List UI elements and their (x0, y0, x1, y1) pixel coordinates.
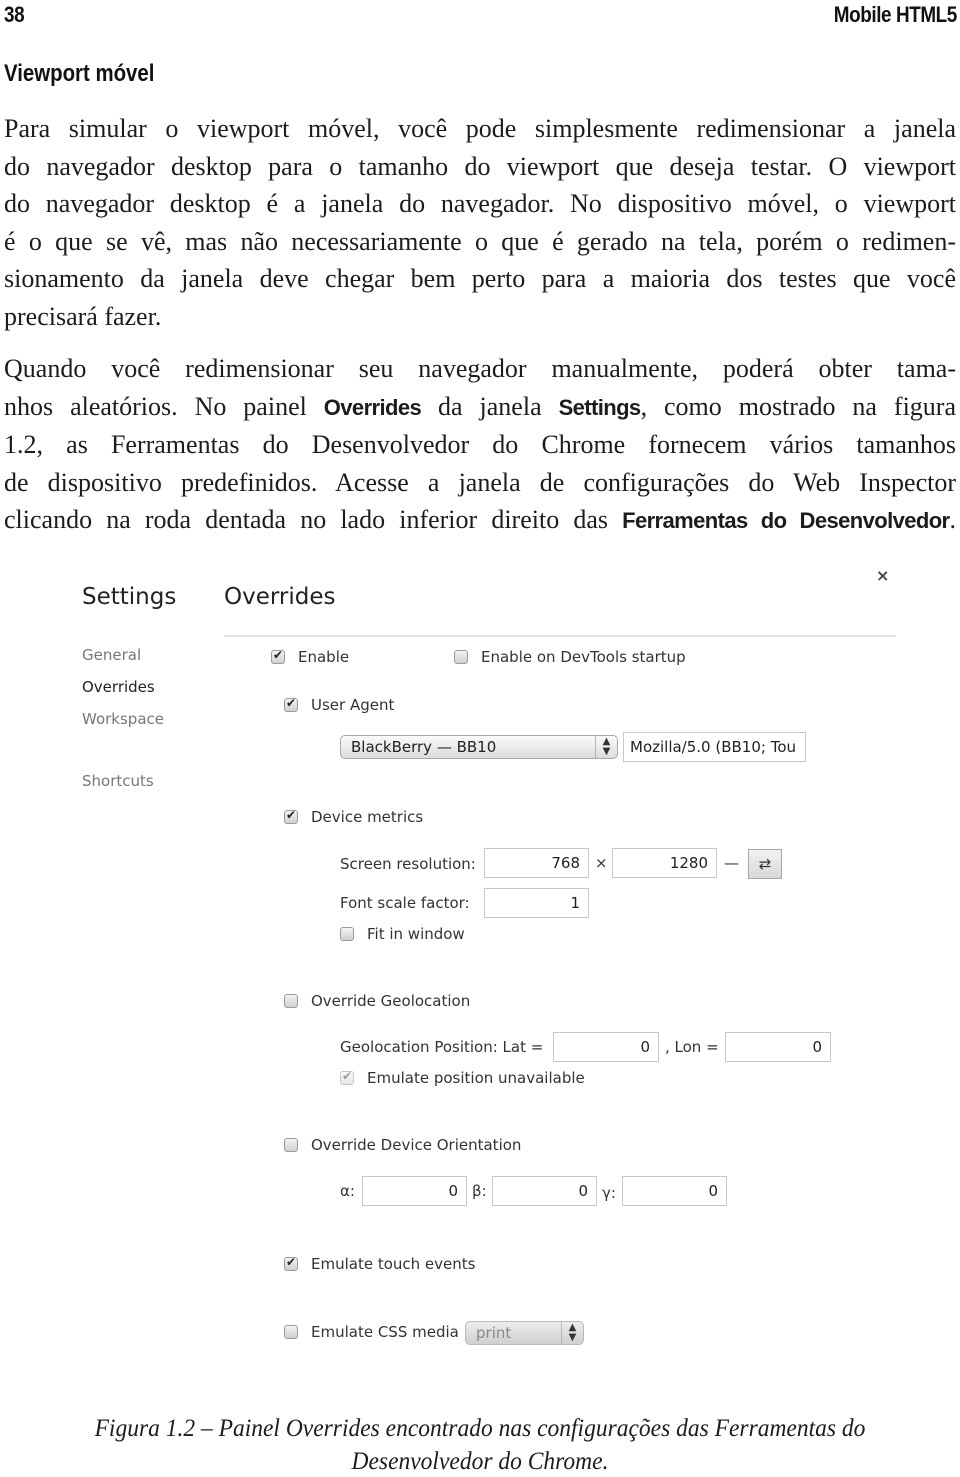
paragraph-line: é o que se vê, mas não necessariamente o… (4, 226, 956, 256)
latitude-input[interactable]: 0 (553, 1032, 659, 1062)
overrides-term: Overrides (323, 394, 422, 420)
override-geolocation-checkbox-row[interactable]: Override Geolocation (284, 992, 470, 1010)
figure-caption: Figura 1.2 – Painel Overrides encontrado… (85, 1412, 875, 1477)
paragraph-line: 1.2, as Ferramentas do Desenvolvedor do … (4, 430, 956, 460)
screen-resolution-label: Screen resolution: (340, 855, 476, 873)
select-arrows-icon: ▲ ▼ (561, 1322, 583, 1344)
emulate-css-media-checkbox[interactable] (284, 1325, 298, 1339)
paragraph-line: clicando na roda dentada no lado inferio… (4, 501, 956, 540)
sidebar-item-general[interactable]: General (82, 646, 141, 664)
user-agent-string-input[interactable]: Mozilla/5.0 (BB10; Tou (623, 732, 806, 762)
text-run: clicando na roda dentada no lado inferio… (4, 505, 623, 535)
emulate-position-unavailable-row[interactable]: Emulate position unavailable (340, 1069, 585, 1087)
text-run: , como mostrado na figura (640, 391, 956, 421)
paragraph-line: nhos aleatórios. No painel Overrides da … (4, 388, 956, 427)
emulate-touch-checkbox-row[interactable]: Emulate touch events (284, 1255, 475, 1273)
emulate-position-unavailable-label: Emulate position unavailable (367, 1069, 585, 1087)
caption-line: Figura 1.2 – Painel Overrides encontrado… (94, 1415, 866, 1442)
user-agent-select[interactable]: BlackBerry — BB10 ▲ ▼ (340, 735, 618, 759)
overrides-title: Overrides (224, 584, 336, 610)
alpha-label: α: (340, 1182, 355, 1200)
beta-input[interactable]: 0 (492, 1176, 597, 1206)
devtools-term: Ferramentas do Desenvolvedor (622, 508, 950, 534)
beta-label: β: (472, 1182, 487, 1200)
paragraph-2: Quando você redimensionar seu navegador … (4, 350, 956, 540)
times-sign: × (595, 854, 608, 872)
paragraph-1: Para simular o viewport móvel, você pode… (4, 110, 956, 336)
longitude-label: , Lon = (665, 1038, 719, 1056)
gamma-label: γ: (602, 1184, 616, 1202)
css-media-selected: print (476, 1324, 512, 1342)
enable-startup-checkbox-row[interactable]: Enable on DevTools startup (454, 648, 686, 666)
override-orientation-label: Override Device Orientation (311, 1136, 522, 1154)
alpha-input[interactable]: 0 (362, 1176, 467, 1206)
fit-in-window-checkbox[interactable] (340, 927, 354, 941)
screen-width-input[interactable]: 768 (484, 848, 589, 878)
user-agent-checkbox[interactable] (284, 696, 298, 712)
device-metrics-checkbox[interactable] (284, 808, 298, 824)
css-media-select[interactable]: print ▲ ▼ (465, 1321, 584, 1345)
text-run: . (949, 505, 957, 535)
paragraph-line: do navegador desktop é a janela do naveg… (4, 189, 956, 219)
gamma-input[interactable]: 0 (622, 1176, 727, 1206)
settings-panel-figure: Settings Overrides × General Overrides W… (60, 560, 920, 1390)
settings-term: Settings (558, 394, 642, 420)
paragraph-line: sionamento da janela deve chegar bem per… (4, 264, 956, 294)
font-scale-label: Font scale factor: (340, 894, 470, 912)
settings-title: Settings (82, 584, 177, 610)
sidebar-item-shortcuts[interactable]: Shortcuts (82, 772, 154, 790)
paragraph-line: Quando você redimensionar seu navegador … (4, 354, 956, 383)
emulate-css-media-label: Emulate CSS media (311, 1323, 459, 1341)
user-agent-checkbox-row[interactable]: User Agent (284, 696, 394, 714)
fit-in-window-label: Fit in window (367, 925, 465, 943)
enable-checkbox[interactable] (271, 648, 285, 664)
override-geolocation-label: Override Geolocation (311, 992, 471, 1010)
emulate-css-media-checkbox-row[interactable]: Emulate CSS media (284, 1323, 459, 1341)
paragraph-line: de dispositivo predefinidos. Acesse a ja… (4, 467, 956, 497)
enable-startup-label: Enable on DevTools startup (481, 648, 686, 666)
geolocation-position-label: Geolocation Position: Lat = (340, 1038, 544, 1056)
paragraph-line: Para simular o viewport móvel, você pode… (4, 114, 956, 143)
enable-label: Enable (298, 648, 350, 666)
swap-dimensions-button[interactable]: ⇄ (748, 849, 782, 879)
device-metrics-checkbox-row[interactable]: Device metrics (284, 808, 423, 826)
override-geolocation-checkbox[interactable] (284, 994, 298, 1008)
sidebar-item-workspace[interactable]: Workspace (82, 710, 164, 728)
emulate-touch-label: Emulate touch events (311, 1255, 476, 1273)
divider (224, 635, 896, 637)
text-run: da janela (421, 391, 559, 421)
screen-height-input[interactable]: 1280 (612, 848, 717, 878)
longitude-input[interactable]: 0 (725, 1032, 831, 1062)
fit-in-window-checkbox-row[interactable]: Fit in window (340, 925, 465, 943)
emulate-touch-checkbox[interactable] (284, 1255, 298, 1271)
font-scale-input[interactable]: 1 (484, 888, 589, 918)
enable-startup-checkbox[interactable] (454, 650, 468, 664)
section-title: Viewport móvel (4, 60, 155, 87)
emulate-position-unavailable-checkbox[interactable] (340, 1069, 354, 1085)
book-title: Mobile HTML5 (833, 2, 958, 27)
user-agent-selected: BlackBerry — BB10 (351, 738, 497, 756)
caption-line: Desenvolvedor do Chrome. (351, 1448, 609, 1475)
paragraph-line: do navegador desktop para o tamanho do v… (4, 151, 956, 181)
select-arrows-icon: ▲ ▼ (595, 736, 617, 758)
enable-checkbox-row[interactable]: Enable (271, 648, 349, 666)
dash-separator: — (724, 854, 739, 872)
override-orientation-checkbox[interactable] (284, 1138, 298, 1152)
user-agent-label: User Agent (311, 696, 395, 714)
page-number: 38 (4, 2, 25, 27)
sidebar-item-overrides[interactable]: Overrides (82, 678, 155, 696)
paragraph-line: precisará fazer. (4, 301, 162, 331)
running-head: 38 Mobile HTML5 (4, 2, 957, 32)
text-run: nhos aleatórios. No painel (4, 391, 324, 421)
swap-icon: ⇄ (758, 855, 772, 873)
override-orientation-checkbox-row[interactable]: Override Device Orientation (284, 1136, 521, 1154)
close-icon[interactable]: × (876, 566, 889, 585)
device-metrics-label: Device metrics (311, 808, 424, 826)
